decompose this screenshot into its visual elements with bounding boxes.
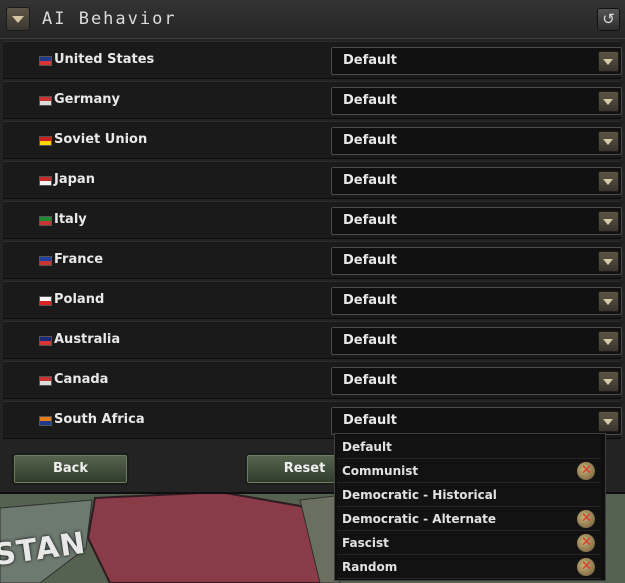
country-name: Australia bbox=[54, 332, 121, 347]
country-row: Poland Default bbox=[3, 281, 622, 319]
panel-title: AI Behavior bbox=[42, 9, 177, 29]
behavior-select-value: Default bbox=[343, 133, 397, 148]
behavior-select[interactable]: Default bbox=[331, 367, 622, 395]
ai-behavior-panel: AI Behavior ↺ United States Default German… bbox=[0, 0, 625, 494]
dropdown-option[interactable]: Default bbox=[337, 436, 601, 459]
country-flag-icon bbox=[39, 296, 52, 306]
chevron-down-icon[interactable] bbox=[598, 411, 619, 432]
behavior-select-value: Default bbox=[343, 293, 397, 308]
chevron-down-icon[interactable] bbox=[598, 171, 619, 192]
country-flag-icon bbox=[39, 176, 52, 186]
undo-icon[interactable]: ↺ bbox=[597, 8, 620, 31]
behavior-select[interactable]: Default bbox=[331, 287, 622, 315]
country-flag-icon bbox=[39, 56, 52, 66]
behavior-select[interactable]: Default bbox=[331, 207, 622, 235]
dropdown-option[interactable]: Fascist bbox=[337, 532, 601, 555]
country-name: United States bbox=[54, 52, 155, 67]
behavior-select-value: Default bbox=[343, 53, 397, 68]
locked-helmet-icon bbox=[577, 534, 595, 552]
dropdown-option-label: Random bbox=[342, 560, 398, 574]
dropdown-option-label: Democratic - Historical bbox=[342, 488, 497, 502]
country-name: Soviet Union bbox=[54, 132, 148, 147]
chevron-down-icon[interactable] bbox=[598, 211, 619, 232]
country-flag-icon bbox=[39, 216, 52, 226]
panel-header: AI Behavior ↺ bbox=[0, 0, 625, 39]
behavior-select-value: Default bbox=[343, 413, 397, 428]
dropdown-option[interactable]: Communist bbox=[337, 460, 601, 483]
behavior-select-value: Default bbox=[343, 173, 397, 188]
dropdown-option[interactable]: Random bbox=[337, 556, 601, 579]
country-name: Poland bbox=[54, 292, 105, 307]
country-row: United States Default bbox=[3, 41, 622, 79]
country-row: Germany Default bbox=[3, 81, 622, 119]
chevron-down-icon[interactable] bbox=[598, 91, 619, 112]
chevron-down-icon[interactable] bbox=[6, 7, 30, 31]
chevron-down-icon[interactable] bbox=[598, 291, 619, 312]
country-row: Australia Default bbox=[3, 321, 622, 359]
country-flag-icon bbox=[39, 96, 52, 106]
behavior-select[interactable]: Default bbox=[331, 47, 622, 75]
country-name: Japan bbox=[54, 172, 95, 187]
behavior-dropdown-menu: Default Communist Democratic - Historical D… bbox=[334, 433, 606, 581]
country-name: Italy bbox=[54, 212, 87, 227]
country-name: Germany bbox=[54, 92, 120, 107]
country-row: Italy Default bbox=[3, 201, 622, 239]
chevron-down-icon[interactable] bbox=[598, 131, 619, 152]
chevron-down-icon[interactable] bbox=[598, 371, 619, 392]
behavior-select-value: Default bbox=[343, 373, 397, 388]
country-flag-icon bbox=[39, 336, 52, 346]
country-name: Canada bbox=[54, 372, 109, 387]
country-flag-icon bbox=[39, 416, 52, 426]
country-flag-icon bbox=[39, 376, 52, 386]
behavior-select[interactable]: Default bbox=[331, 407, 622, 435]
dropdown-option-label: Fascist bbox=[342, 536, 389, 550]
country-name: South Africa bbox=[54, 412, 145, 427]
behavior-select-value: Default bbox=[343, 213, 397, 228]
behavior-select-value: Default bbox=[343, 253, 397, 268]
behavior-select-value: Default bbox=[343, 333, 397, 348]
country-row: France Default bbox=[3, 241, 622, 279]
locked-helmet-icon bbox=[577, 462, 595, 480]
behavior-select-value: Default bbox=[343, 93, 397, 108]
country-flag-icon bbox=[39, 256, 52, 266]
chevron-down-icon[interactable] bbox=[598, 251, 619, 272]
country-row: Japan Default bbox=[3, 161, 622, 199]
country-row: Soviet Union Default bbox=[3, 121, 622, 159]
country-name: France bbox=[54, 252, 104, 267]
dropdown-option[interactable]: Democratic - Historical bbox=[337, 484, 601, 507]
dropdown-option-label: Democratic - Alternate bbox=[342, 512, 496, 526]
country-row: Canada Default bbox=[3, 361, 622, 399]
behavior-select[interactable]: Default bbox=[331, 87, 622, 115]
dropdown-option[interactable]: Democratic - Alternate bbox=[337, 508, 601, 531]
dropdown-option-label: Default bbox=[342, 440, 392, 454]
locked-helmet-icon bbox=[577, 558, 595, 576]
behavior-select[interactable]: Default bbox=[331, 167, 622, 195]
country-flag-icon bbox=[39, 136, 52, 146]
behavior-select[interactable]: Default bbox=[331, 247, 622, 275]
chevron-down-icon[interactable] bbox=[598, 331, 619, 352]
dropdown-option-label: Communist bbox=[342, 464, 419, 478]
behavior-select[interactable]: Default bbox=[331, 327, 622, 355]
back-button[interactable]: Back bbox=[12, 453, 129, 485]
chevron-down-icon[interactable] bbox=[598, 51, 619, 72]
behavior-select[interactable]: Default bbox=[331, 127, 622, 155]
locked-helmet-icon bbox=[577, 510, 595, 528]
